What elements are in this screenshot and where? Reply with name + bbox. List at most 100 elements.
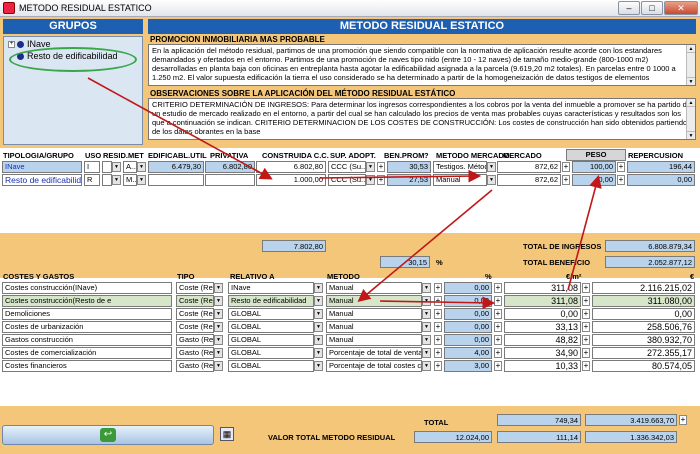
plus-button[interactable]: + — [377, 175, 385, 185]
row-privativa[interactable]: 6.802,80 — [205, 161, 255, 173]
cost-pct[interactable]: 0,00 — [444, 334, 492, 346]
plus-button[interactable]: + — [582, 335, 590, 345]
dropdown-icon[interactable]: ▼ — [366, 175, 375, 185]
cost-tipo[interactable]: Coste (Re — [176, 321, 214, 333]
dropdown-icon[interactable]: ▼ — [214, 348, 223, 358]
cost-relativo[interactable]: GLOBAL — [228, 308, 314, 320]
scrollbar[interactable]: ▲ ▼ — [686, 99, 695, 139]
dropdown-icon[interactable]: ▼ — [422, 283, 431, 293]
plus-button[interactable]: + — [617, 162, 625, 172]
row-name[interactable]: Resto de edificabilid — [2, 174, 82, 186]
cost-eur[interactable]: 311.080,00 — [592, 295, 695, 307]
plus-button[interactable]: + — [377, 162, 385, 172]
plus-button[interactable]: + — [582, 296, 590, 306]
cost-tipo[interactable]: Gasto (Re — [176, 334, 214, 346]
dropdown-icon[interactable]: ▼ — [314, 283, 323, 293]
cost-pct[interactable]: 0,00 — [444, 282, 492, 294]
plus-button[interactable]: + — [434, 348, 442, 358]
cost-relativo[interactable]: GLOBAL — [228, 321, 314, 333]
cost-eur[interactable]: 80.574,05 — [592, 360, 695, 372]
dropdown-icon[interactable]: ▼ — [422, 348, 431, 358]
help-icon[interactable]: ? — [424, 151, 429, 160]
cost-name[interactable]: Demoliciones — [2, 308, 172, 320]
cost-pct[interactable]: 0,00 — [444, 321, 492, 333]
cost-name[interactable]: Costes de comercialización — [2, 347, 172, 359]
cost-metodo[interactable]: Porcentaje de total costes c — [326, 360, 422, 372]
row-met[interactable]: M... — [123, 174, 137, 186]
cost-eur-m2[interactable]: 0,00 — [504, 308, 581, 320]
cost-pct[interactable]: 3,00 — [444, 360, 492, 372]
cost-eur-m2[interactable]: 48,82 — [504, 334, 581, 346]
cost-eur[interactable]: 0,00 — [592, 308, 695, 320]
row-name[interactable]: INave — [2, 161, 82, 173]
dropdown-icon[interactable]: ▼ — [366, 162, 375, 172]
plus-button[interactable]: + — [434, 309, 442, 319]
row-mercado[interactable]: 872,62 — [497, 161, 561, 173]
row-construida[interactable]: 1.000,00 — [256, 174, 326, 186]
dropdown-icon[interactable]: ▼ — [314, 309, 323, 319]
row-repercusion[interactable]: 0,00 — [627, 174, 695, 186]
plus-button[interactable]: + — [434, 283, 442, 293]
close-icon[interactable]: ✕ — [664, 1, 698, 15]
plus-button[interactable]: + — [582, 283, 590, 293]
dropdown-icon[interactable]: ▼ — [137, 162, 146, 172]
cost-eur[interactable]: 258.506,76 — [592, 321, 695, 333]
plus-button[interactable]: + — [494, 309, 502, 319]
dropdown-icon[interactable]: ▼ — [214, 335, 223, 345]
row-edif-util[interactable] — [148, 174, 204, 186]
dropdown-icon[interactable]: ▼ — [214, 361, 223, 371]
cost-metodo[interactable]: Manual — [326, 321, 422, 333]
cost-tipo[interactable]: Coste (Re — [176, 308, 214, 320]
plus-button[interactable]: + — [434, 322, 442, 332]
cost-pct[interactable]: 4,00 — [444, 347, 492, 359]
cost-name[interactable]: Costes construcción(INave) — [2, 282, 172, 294]
calculator-icon[interactable]: ▦ — [220, 427, 234, 441]
row-sup-adopt[interactable]: CCC (Su... — [328, 174, 366, 186]
cost-tipo[interactable]: Coste (Re — [176, 282, 214, 294]
plus-button[interactable]: + — [617, 175, 625, 185]
plus-button[interactable]: + — [494, 296, 502, 306]
cost-eur-m2[interactable]: 311,08 — [504, 295, 581, 307]
row-privativa[interactable] — [205, 174, 255, 186]
dropdown-icon[interactable]: ▼ — [487, 175, 496, 185]
plus-button[interactable]: + — [494, 335, 502, 345]
dropdown-icon[interactable]: ▼ — [214, 296, 223, 306]
cost-relativo[interactable]: Resto de edificabilidad — [228, 295, 314, 307]
dropdown-icon[interactable]: ▼ — [314, 296, 323, 306]
cost-name[interactable]: Costes de urbanización — [2, 321, 172, 333]
plus-button[interactable]: + — [582, 322, 590, 332]
dropdown-icon[interactable]: ▼ — [487, 162, 496, 172]
dropdown-icon[interactable]: ▼ — [112, 175, 121, 185]
row-resid[interactable] — [102, 161, 112, 173]
cost-metodo[interactable]: Manual — [326, 334, 422, 346]
row-peso[interactable]: 100,00 — [572, 161, 616, 173]
cost-name[interactable]: Costes financieros — [2, 360, 172, 372]
plus-button[interactable]: + — [582, 361, 590, 371]
dropdown-icon[interactable]: ▼ — [314, 348, 323, 358]
row-sup-adopt[interactable]: CCC (Su... — [328, 161, 366, 173]
cost-name[interactable]: Costes construcción(Resto de e — [2, 295, 172, 307]
expand-icon[interactable]: + — [8, 40, 15, 48]
cost-eur[interactable]: 2.116.215,02 — [592, 282, 695, 294]
cost-metodo[interactable]: Manual — [326, 295, 422, 307]
plus-button[interactable]: + — [679, 415, 687, 425]
cost-name[interactable]: Gastos construcción — [2, 334, 172, 346]
plus-button[interactable]: + — [582, 309, 590, 319]
dropdown-icon[interactable]: ▼ — [422, 309, 431, 319]
row-repercusion[interactable]: 196,44 — [627, 161, 695, 173]
cost-relativo[interactable]: GLOBAL — [228, 347, 314, 359]
row-met[interactable]: A... — [123, 161, 137, 173]
dropdown-icon[interactable]: ▼ — [314, 361, 323, 371]
cost-eur-m2[interactable]: 311,08 — [504, 282, 581, 294]
beneficio-pct[interactable]: 30,15 — [380, 256, 430, 268]
plus-button[interactable]: + — [562, 175, 570, 185]
cost-tipo[interactable]: Gasto (Re — [176, 360, 214, 372]
cost-eur[interactable]: 272.355,17 — [592, 347, 695, 359]
cost-eur-m2[interactable]: 10,33 — [504, 360, 581, 372]
dropdown-icon[interactable]: ▼ — [422, 322, 431, 332]
cost-tipo[interactable]: Gasto (Re — [176, 347, 214, 359]
row-uso[interactable]: R — [84, 174, 100, 186]
cost-relativo[interactable]: GLOBAL — [228, 334, 314, 346]
back-button[interactable]: ↩ — [2, 425, 214, 445]
dropdown-icon[interactable]: ▼ — [314, 335, 323, 345]
